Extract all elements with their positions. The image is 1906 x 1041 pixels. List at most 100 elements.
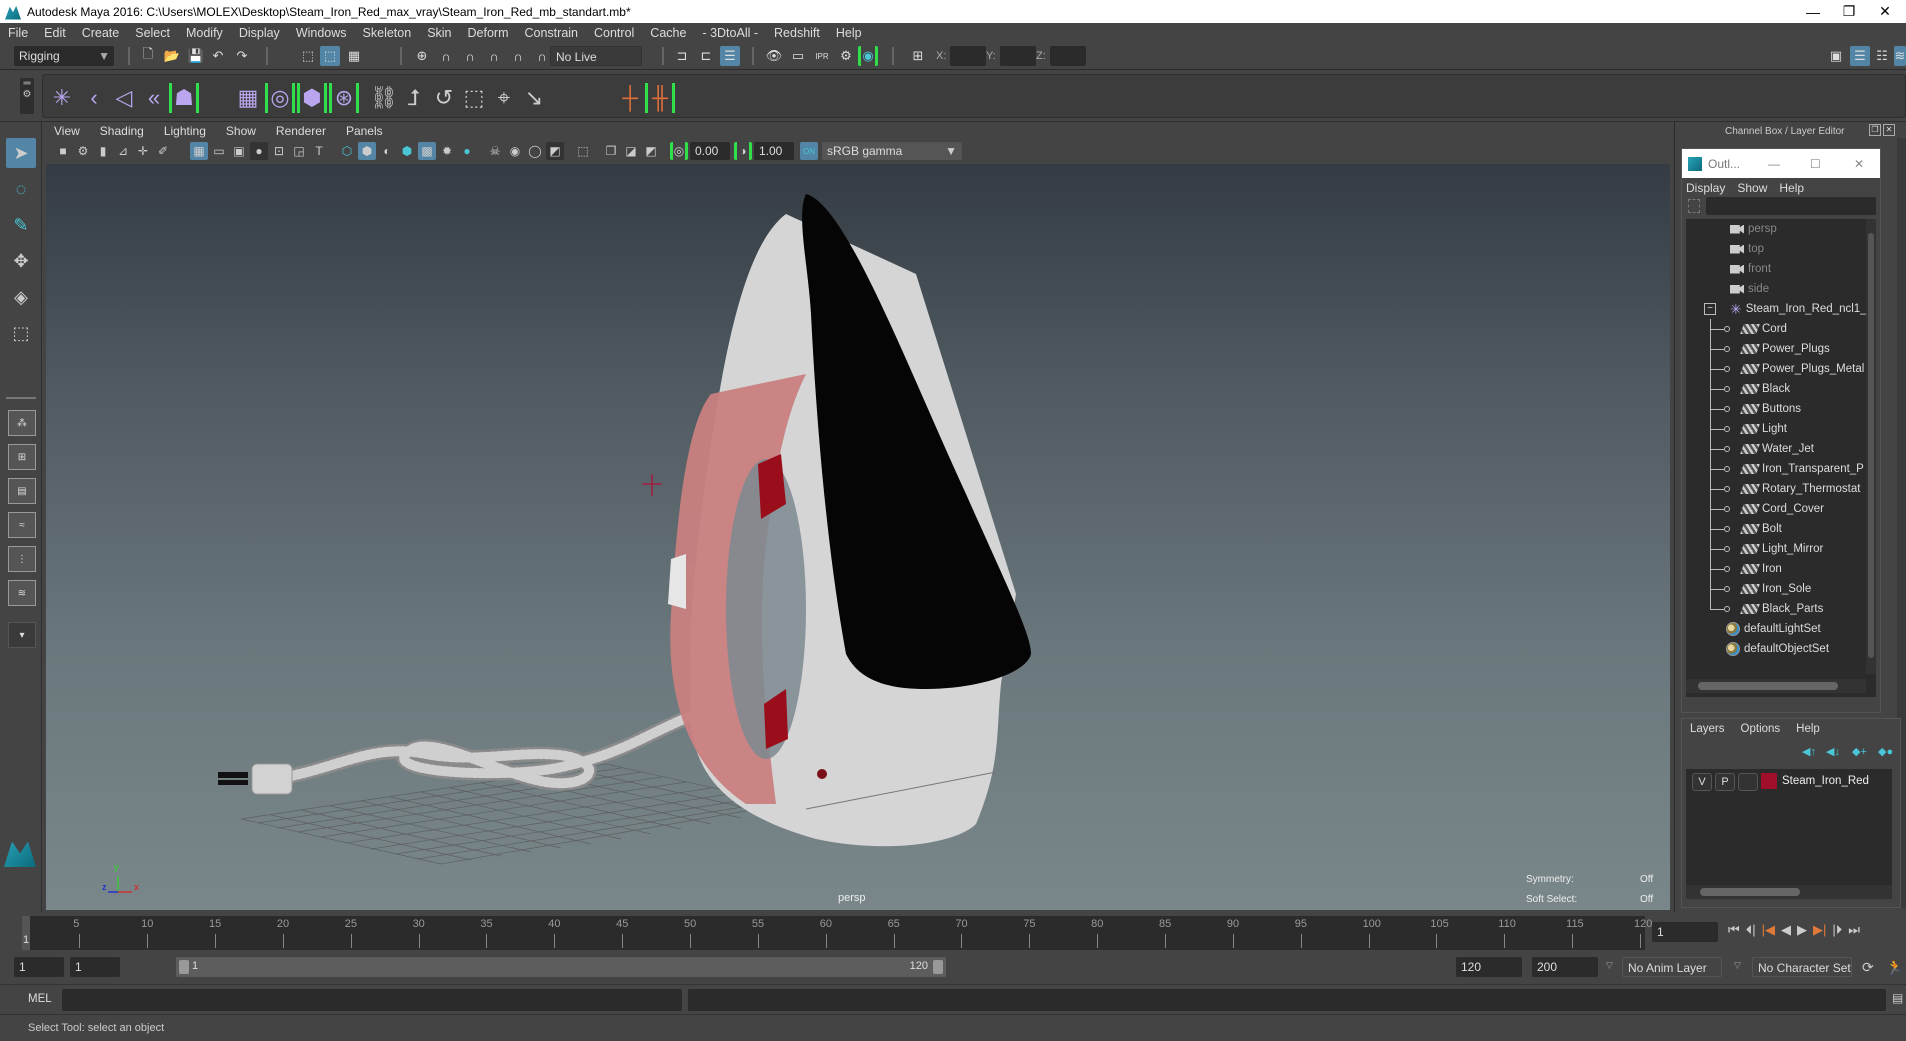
shadows-icon[interactable]: ● xyxy=(458,142,476,160)
persp-graph-outliner-layout-icon[interactable]: ≋ xyxy=(8,580,36,606)
live-surface-field[interactable]: No Live Surface xyxy=(550,46,642,84)
snap-curve-icon[interactable]: ∩ xyxy=(436,46,456,66)
layer-color-swatch[interactable] xyxy=(1761,773,1777,789)
command-input[interactable] xyxy=(62,989,682,1011)
close-button[interactable]: ✕ xyxy=(1862,0,1906,23)
outliner-filter-icon[interactable] xyxy=(1688,199,1700,213)
layer-menu-layers[interactable]: Layers xyxy=(1690,723,1725,735)
play-backward-icon[interactable]: ◀ xyxy=(1781,922,1791,938)
menu-windows[interactable]: Windows xyxy=(288,26,355,40)
lasso-tool-icon[interactable]: ◌ xyxy=(6,174,36,204)
outliner-item-mesh[interactable]: Light_Mirror xyxy=(1710,539,1890,559)
outliner-maximize-button[interactable]: ☐ xyxy=(1810,157,1821,171)
outliner-item-mesh[interactable]: Power_Plugs xyxy=(1710,339,1890,359)
outliner-item-mesh[interactable]: Black xyxy=(1710,379,1890,399)
outliner-menu-display[interactable]: Display xyxy=(1686,181,1725,195)
outliner-item-mesh[interactable]: Bolt xyxy=(1710,519,1890,539)
step-back-key-icon[interactable]: ⏴| xyxy=(1746,922,1756,938)
point-constraint-icon[interactable]: ⮥ xyxy=(399,83,429,113)
new-scene-icon[interactable]: 🗋 xyxy=(138,46,158,66)
render-current-icon[interactable]: ▭ xyxy=(788,46,808,66)
x-field[interactable] xyxy=(950,46,986,66)
menu-skeleton[interactable]: Skeleton xyxy=(355,26,420,40)
range-slider-bar[interactable]: 1 120 xyxy=(176,957,946,977)
xray-joints-icon[interactable]: ◩ xyxy=(642,142,660,160)
smooth-bind-icon[interactable]: ◎ xyxy=(265,83,295,113)
select-hierarchy-icon[interactable]: ⬚ xyxy=(298,46,318,66)
outliner-item-mesh[interactable]: Black_Parts xyxy=(1710,599,1890,619)
save-scene-icon[interactable]: 💾 xyxy=(186,46,206,66)
outliner-item-mesh[interactable]: Iron xyxy=(1710,559,1890,579)
float-panel-icon[interactable]: ❐ xyxy=(1869,124,1881,136)
panel-menu-renderer[interactable]: Renderer xyxy=(266,124,336,138)
playback-end-field[interactable]: 120 xyxy=(1456,957,1522,977)
open-scene-icon[interactable]: 📂 xyxy=(162,46,182,66)
construction-history-icon[interactable]: ☰ xyxy=(720,46,740,66)
snap-grid-icon[interactable]: ⊕ xyxy=(412,46,432,66)
start-time-field[interactable]: 1 xyxy=(14,957,64,977)
aim-constraint-icon[interactable]: ⌖ xyxy=(489,83,519,113)
outliner-item-mesh[interactable]: Iron_Sole xyxy=(1710,579,1890,599)
current-frame-field[interactable]: 1 xyxy=(1652,922,1718,942)
menuset-dropdown[interactable]: Rigging ▼ xyxy=(14,46,114,66)
menu-select[interactable]: Select xyxy=(127,26,178,40)
scale-tool-icon[interactable]: ⬚ xyxy=(6,318,36,348)
menu-create[interactable]: Create xyxy=(74,26,128,40)
scrollbar-thumb[interactable] xyxy=(1868,233,1874,658)
outliner-item-top[interactable]: top xyxy=(1730,239,1906,259)
2d-pan-zoom-icon[interactable]: ✛ xyxy=(134,142,152,160)
range-start-handle[interactable] xyxy=(179,960,189,974)
menu-control[interactable]: Control xyxy=(586,26,642,40)
rotate-tool-icon[interactable]: ◈ xyxy=(6,282,36,312)
menu-constrain[interactable]: Constrain xyxy=(517,26,587,40)
outliner-item-mesh[interactable]: Buttons xyxy=(1710,399,1890,419)
wireframe-icon[interactable]: ⬡ xyxy=(338,142,356,160)
outliner-item-persp[interactable]: persp xyxy=(1730,219,1906,239)
exposure-icon[interactable]: ◎ xyxy=(670,142,688,160)
lattice-icon[interactable]: ⬢ xyxy=(297,83,327,113)
time-slider-track[interactable]: 1 5 10 15 20 25 30 35 40 45 50 55 60 65 70 75 80 85 90 95 1… xyxy=(22,916,1652,950)
end-time-field[interactable]: 200 xyxy=(1532,957,1598,977)
select-component-icon[interactable]: ▦ xyxy=(344,46,364,66)
scrollbar-thumb[interactable] xyxy=(1700,888,1800,896)
smooth-shade-icon[interactable]: ⬢ xyxy=(358,142,376,160)
undo-icon[interactable]: ↶ xyxy=(208,46,228,66)
panel-menu-show[interactable]: Show xyxy=(216,124,266,138)
grease-pencil-icon[interactable]: ✐ xyxy=(154,142,172,160)
ik-handle-icon[interactable]: ‹ xyxy=(79,83,109,113)
go-to-end-icon[interactable]: ⏭ xyxy=(1848,922,1860,938)
select-object-icon[interactable]: ⬚ xyxy=(320,46,340,66)
menu-help[interactable]: Help xyxy=(828,26,870,40)
character-set-chevron-icon[interactable]: ▽ xyxy=(1734,960,1741,971)
z-field[interactable] xyxy=(1050,46,1086,66)
outliner-menu-help[interactable]: Help xyxy=(1779,181,1804,195)
four-view-layout-icon[interactable]: ⊞ xyxy=(8,444,36,470)
auto-key-toggle-icon[interactable]: ⟳ xyxy=(1862,959,1874,976)
bookmarks-icon[interactable]: ▮ xyxy=(94,142,112,160)
redo-icon[interactable]: ↷ xyxy=(232,46,252,66)
channel-box-toggle-icon[interactable]: ≋ xyxy=(1894,46,1906,66)
scale-constraint-icon[interactable]: ⬚ xyxy=(459,83,489,113)
driven-key-link-icon[interactable]: ╫ xyxy=(645,83,675,113)
snap-view-plane-icon[interactable]: ∩ xyxy=(484,46,504,66)
menu-redshift[interactable]: Redshift xyxy=(766,26,828,40)
y-field[interactable] xyxy=(1000,46,1036,66)
panel-menu-shading[interactable]: Shading xyxy=(90,124,154,138)
camera-attributes-icon[interactable]: ⚙ xyxy=(74,142,92,160)
script-language-label[interactable]: MEL xyxy=(28,993,52,1005)
wireframe-on-shaded-icon[interactable]: ⬢ xyxy=(398,142,416,160)
film-gate-icon[interactable]: ▭ xyxy=(210,142,228,160)
layer-name[interactable]: Steam_Iron_Red xyxy=(1782,775,1869,787)
shelf-gear-icon[interactable]: ⚙ xyxy=(20,89,34,100)
gamma-icon[interactable]: ◑ xyxy=(734,142,752,160)
hypershade-icon[interactable]: ◉ xyxy=(858,46,878,66)
select-tool-icon[interactable]: ➤ xyxy=(6,138,36,168)
animation-preferences-icon[interactable]: 🏃 xyxy=(1886,959,1903,976)
menu-edit[interactable]: Edit xyxy=(36,26,74,40)
textured-icon[interactable]: ▩ xyxy=(418,142,436,160)
layer-playback-toggle[interactable]: P xyxy=(1715,773,1735,791)
outliner-item-group[interactable]: − ✳ Steam_Iron_Red_ncl1_1 xyxy=(1704,299,1876,319)
outliner-vscrollbar[interactable] xyxy=(1866,219,1876,674)
humanik-icon[interactable]: ☗ xyxy=(169,83,199,113)
cluster-icon[interactable]: ⊛ xyxy=(329,83,359,113)
